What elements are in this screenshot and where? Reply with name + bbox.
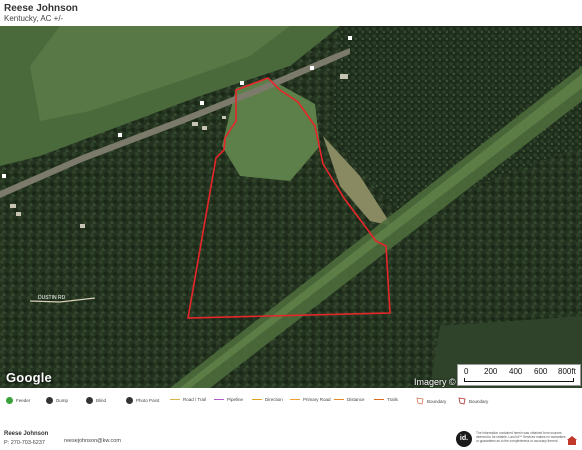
map-header: Reese Johnson Kentucky, AC +/- bbox=[0, 0, 582, 26]
home-icon bbox=[567, 436, 577, 445]
legend-label: Distance bbox=[347, 397, 365, 402]
photo-point-icon bbox=[126, 397, 133, 404]
land-id-logo: id. bbox=[456, 431, 472, 447]
dump-icon bbox=[46, 397, 53, 404]
legend-item-trails: Trails bbox=[374, 397, 398, 402]
legend-item-photo-point: Photo Point bbox=[126, 397, 159, 404]
legend-label: Dump bbox=[56, 398, 69, 403]
satellite-map[interactable]: DUSTIN RD bbox=[0, 26, 582, 388]
primary-road-line bbox=[290, 399, 300, 400]
scale-label-200: 200 bbox=[484, 367, 498, 376]
scale-label-800ft: 800ft bbox=[558, 367, 576, 376]
legend-item-primary-road: Primary Road bbox=[290, 397, 331, 402]
scale-label-600: 600 bbox=[534, 367, 548, 376]
trails-line bbox=[374, 399, 384, 400]
legend-item-pipeline: Pipeline bbox=[214, 397, 243, 402]
legend-item-boundary-2: Boundary bbox=[458, 397, 488, 405]
disclaimer-text: The information contained herein was obt… bbox=[476, 431, 566, 443]
feeder-icon bbox=[6, 397, 13, 404]
road-line bbox=[170, 399, 180, 400]
legend-label: Boundary bbox=[427, 398, 447, 404]
page-title: Reese Johnson bbox=[4, 3, 78, 14]
blind-icon bbox=[86, 397, 93, 404]
boundary-icon bbox=[416, 397, 424, 405]
legend-label: Feeder bbox=[16, 398, 31, 403]
google-logo: Google bbox=[6, 370, 52, 385]
legend-item-distance: Distance bbox=[334, 397, 365, 402]
legend-item-direction: Direction bbox=[252, 397, 283, 402]
imagery-attribution: Imagery © bbox=[414, 377, 456, 387]
legend-item-road-trail: Road / Trail bbox=[170, 397, 206, 402]
legend-label: Primary Road bbox=[303, 397, 331, 402]
legend-label: Pipeline bbox=[227, 397, 244, 402]
dustin-road-label: DUSTIN RD bbox=[38, 295, 66, 301]
boundary-icon-2 bbox=[458, 397, 466, 405]
legend-item-boundary: Boundary bbox=[416, 397, 446, 405]
legend-item-feeder: Feeder bbox=[6, 397, 30, 404]
legend-label: Road / Trail bbox=[183, 397, 207, 402]
map-legend: Feeder Dump Blind Photo Point Road / Tra… bbox=[0, 393, 582, 413]
scale-ruler bbox=[464, 378, 574, 382]
agent-email[interactable]: reesejohnson@kw.com bbox=[64, 438, 121, 444]
scale-label-0: 0 bbox=[464, 367, 469, 376]
legend-label: Blind bbox=[96, 398, 107, 403]
scale-bar: 0 200 400 600 800ft bbox=[457, 364, 581, 386]
legend-item-blind: Blind bbox=[86, 397, 106, 404]
pipeline-line bbox=[214, 399, 224, 400]
legend-label: Direction bbox=[265, 397, 283, 402]
page-subtitle: Kentucky, AC +/- bbox=[4, 14, 64, 23]
agent-phone: P: 270-703-6237 bbox=[4, 440, 45, 446]
legend-label: Photo Point bbox=[136, 398, 160, 403]
legend-label: Boundary bbox=[469, 398, 489, 404]
legend-label: Trails bbox=[387, 397, 398, 402]
agent-name: Reese Johnson bbox=[4, 431, 49, 437]
distance-line bbox=[334, 399, 344, 400]
scale-label-400: 400 bbox=[509, 367, 523, 376]
legend-item-dump: Dump bbox=[46, 397, 68, 404]
direction-line bbox=[252, 399, 262, 400]
